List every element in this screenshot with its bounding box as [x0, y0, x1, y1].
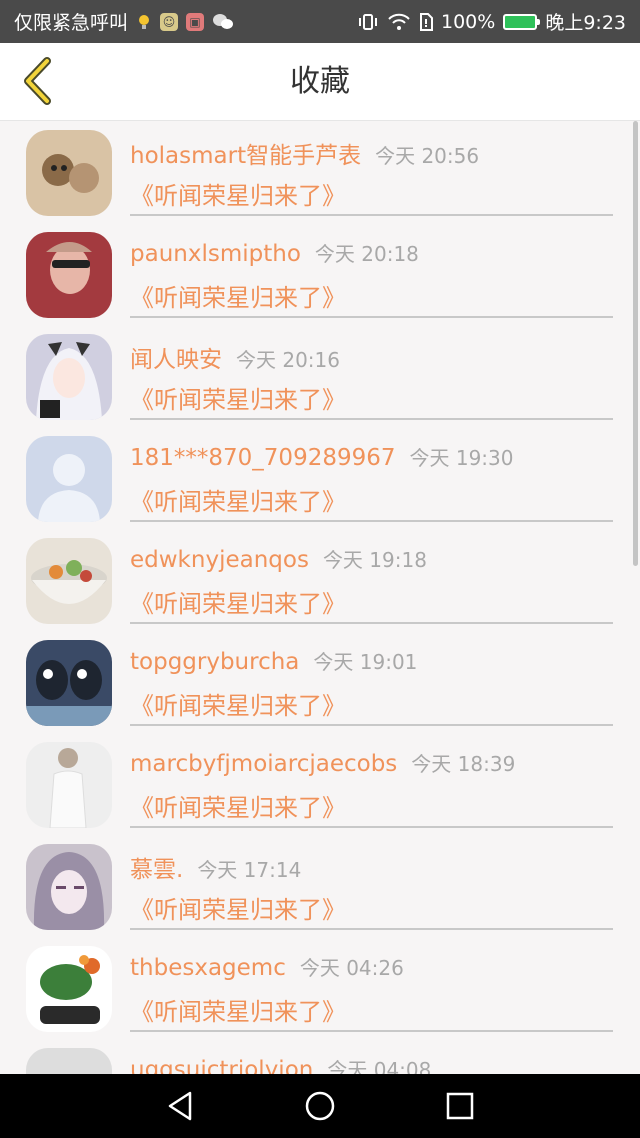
favorite-user: paunxlsmiptho 今天 20:18 — [130, 238, 419, 267]
favorite-user: topggryburcha 今天 19:01 — [130, 646, 417, 675]
divider — [130, 520, 613, 522]
favorite-work-title[interactable]: 《听闻荣星归来了》 — [130, 992, 346, 1027]
timestamp: 今天 19:01 — [313, 650, 418, 674]
square-recents-icon — [446, 1092, 474, 1120]
list-item[interactable]: paunxlsmiptho 今天 20:18 《听闻荣星归来了》 — [0, 223, 640, 325]
avatar[interactable] — [26, 742, 112, 828]
divider — [130, 928, 613, 930]
list-item[interactable]: uggsuictriolyion 今天 04:08 — [0, 1039, 640, 1074]
list-item[interactable]: 闻人映安 今天 20:16 《听闻荣星归来了》 — [0, 325, 640, 427]
favorite-user: marcbyfjmoiarcjaecobs 今天 18:39 — [130, 748, 515, 777]
username[interactable]: paunxlsmiptho — [130, 241, 301, 267]
favorite-work-title[interactable]: 《听闻荣星归来了》 — [130, 380, 346, 415]
scrollbar[interactable] — [633, 121, 638, 566]
username[interactable]: 慕雲. — [130, 857, 183, 883]
divider — [130, 316, 613, 318]
timestamp: 今天 17:14 — [197, 858, 302, 882]
divider — [130, 1030, 613, 1032]
vibrate-icon — [357, 13, 379, 31]
system-nav-bar — [0, 1074, 640, 1138]
battery-percent: 100% — [441, 10, 496, 33]
username[interactable]: 闻人映安 — [130, 347, 222, 373]
page-title: 收藏 — [290, 64, 350, 99]
wechat-icon — [212, 13, 234, 31]
favorite-work-title[interactable]: 《听闻荣星归来了》 — [130, 890, 346, 925]
list-item[interactable]: thbesxagemc 今天 04:26 《听闻荣星归来了》 — [0, 937, 640, 1039]
avatar[interactable] — [26, 844, 112, 930]
timestamp: 今天 19:30 — [409, 446, 514, 470]
timestamp: 今天 20:18 — [314, 242, 419, 266]
favorites-list[interactable]: holasmart智能手芦表 今天 20:56 《听闻荣星归来了》 paunxls… — [0, 121, 640, 1074]
username[interactable]: edwknyjeanqos — [130, 547, 309, 573]
favorite-work-title[interactable]: 《听闻荣星归来了》 — [130, 584, 346, 619]
header: 收藏 — [0, 43, 640, 121]
battery-icon — [503, 13, 541, 30]
list-item[interactable]: holasmart智能手芦表 今天 20:56 《听闻荣星归来了》 — [0, 121, 640, 223]
status-bar-right: 100% 晚上9:23 — [357, 8, 626, 35]
username[interactable]: thbesxagemc — [130, 955, 286, 981]
avatar[interactable] — [26, 334, 112, 420]
username[interactable]: topggryburcha — [130, 649, 299, 675]
favorite-user: 181***870_709289967 今天 19:30 — [130, 442, 514, 471]
list-item[interactable]: 慕雲. 今天 17:14 《听闻荣星归来了》 — [0, 835, 640, 937]
timestamp: 今天 04:08 — [327, 1058, 432, 1074]
favorite-user: edwknyjeanqos 今天 19:18 — [130, 544, 427, 573]
divider — [130, 418, 613, 420]
nav-recents-button[interactable] — [430, 1076, 490, 1136]
chevron-left-icon — [24, 57, 51, 105]
favorite-work-title[interactable]: 《听闻荣星归来了》 — [130, 278, 346, 313]
divider — [130, 214, 613, 216]
list-item[interactable]: edwknyjeanqos 今天 19:18 《听闻荣星归来了》 — [0, 529, 640, 631]
favorite-user: 慕雲. 今天 17:14 — [130, 850, 301, 884]
divider — [130, 622, 613, 624]
timestamp: 今天 19:18 — [322, 548, 427, 572]
avatar[interactable] — [26, 538, 112, 624]
bulb-icon — [136, 13, 152, 31]
timestamp: 今天 18:39 — [411, 752, 516, 776]
list-item[interactable]: topggryburcha 今天 19:01 《听闻荣星归来了》 — [0, 631, 640, 733]
avatar[interactable] — [26, 640, 112, 726]
favorite-user: thbesxagemc 今天 04:26 — [130, 952, 404, 981]
nav-back-button[interactable] — [150, 1076, 210, 1136]
sim-icon — [419, 12, 433, 31]
nav-home-button[interactable] — [290, 1076, 350, 1136]
avatar[interactable] — [26, 1048, 112, 1074]
username[interactable]: marcbyfjmoiarcjaecobs — [130, 751, 397, 777]
timestamp: 今天 20:16 — [236, 348, 340, 372]
app-icon: ▣ — [186, 12, 205, 31]
divider — [130, 724, 613, 726]
carrier-label: 仅限紧急呼叫 — [14, 12, 129, 34]
timestamp: 今天 20:56 — [375, 144, 480, 168]
favorite-work-title[interactable]: 《听闻荣星归来了》 — [130, 176, 346, 211]
favorite-user: 闻人映安 今天 20:16 — [130, 340, 340, 374]
favorite-user: holasmart智能手芦表 今天 20:56 — [130, 136, 479, 170]
back-button[interactable] — [12, 55, 64, 107]
wifi-icon — [387, 13, 411, 31]
status-bar: 仅限紧急呼叫 ☺ ▣ 100% 晚上9:23 — [0, 0, 640, 43]
app-icon: ☺ — [160, 12, 179, 31]
avatar[interactable] — [26, 130, 112, 216]
triangle-back-icon — [168, 1091, 192, 1121]
username[interactable]: 181***870_709289967 — [130, 445, 396, 471]
divider — [130, 826, 613, 828]
username[interactable]: holasmart智能手芦表 — [130, 143, 361, 169]
circle-home-icon — [305, 1091, 335, 1121]
avatar[interactable] — [26, 946, 112, 1032]
clock: 晚上9:23 — [545, 12, 626, 34]
favorite-work-title[interactable]: 《听闻荣星归来了》 — [130, 482, 346, 517]
favorite-user: uggsuictriolyion 今天 04:08 — [130, 1054, 431, 1074]
favorite-work-title[interactable]: 《听闻荣星归来了》 — [130, 788, 346, 823]
status-bar-left: 仅限紧急呼叫 ☺ ▣ — [14, 8, 234, 35]
avatar[interactable] — [26, 232, 112, 318]
favorite-work-title[interactable]: 《听闻荣星归来了》 — [130, 686, 346, 721]
list-item[interactable]: 181***870_709289967 今天 19:30 《听闻荣星归来了》 — [0, 427, 640, 529]
username[interactable]: uggsuictriolyion — [130, 1057, 313, 1074]
list-item[interactable]: marcbyfjmoiarcjaecobs 今天 18:39 《听闻荣星归来了》 — [0, 733, 640, 835]
timestamp: 今天 04:26 — [299, 956, 404, 980]
avatar[interactable] — [26, 436, 112, 522]
